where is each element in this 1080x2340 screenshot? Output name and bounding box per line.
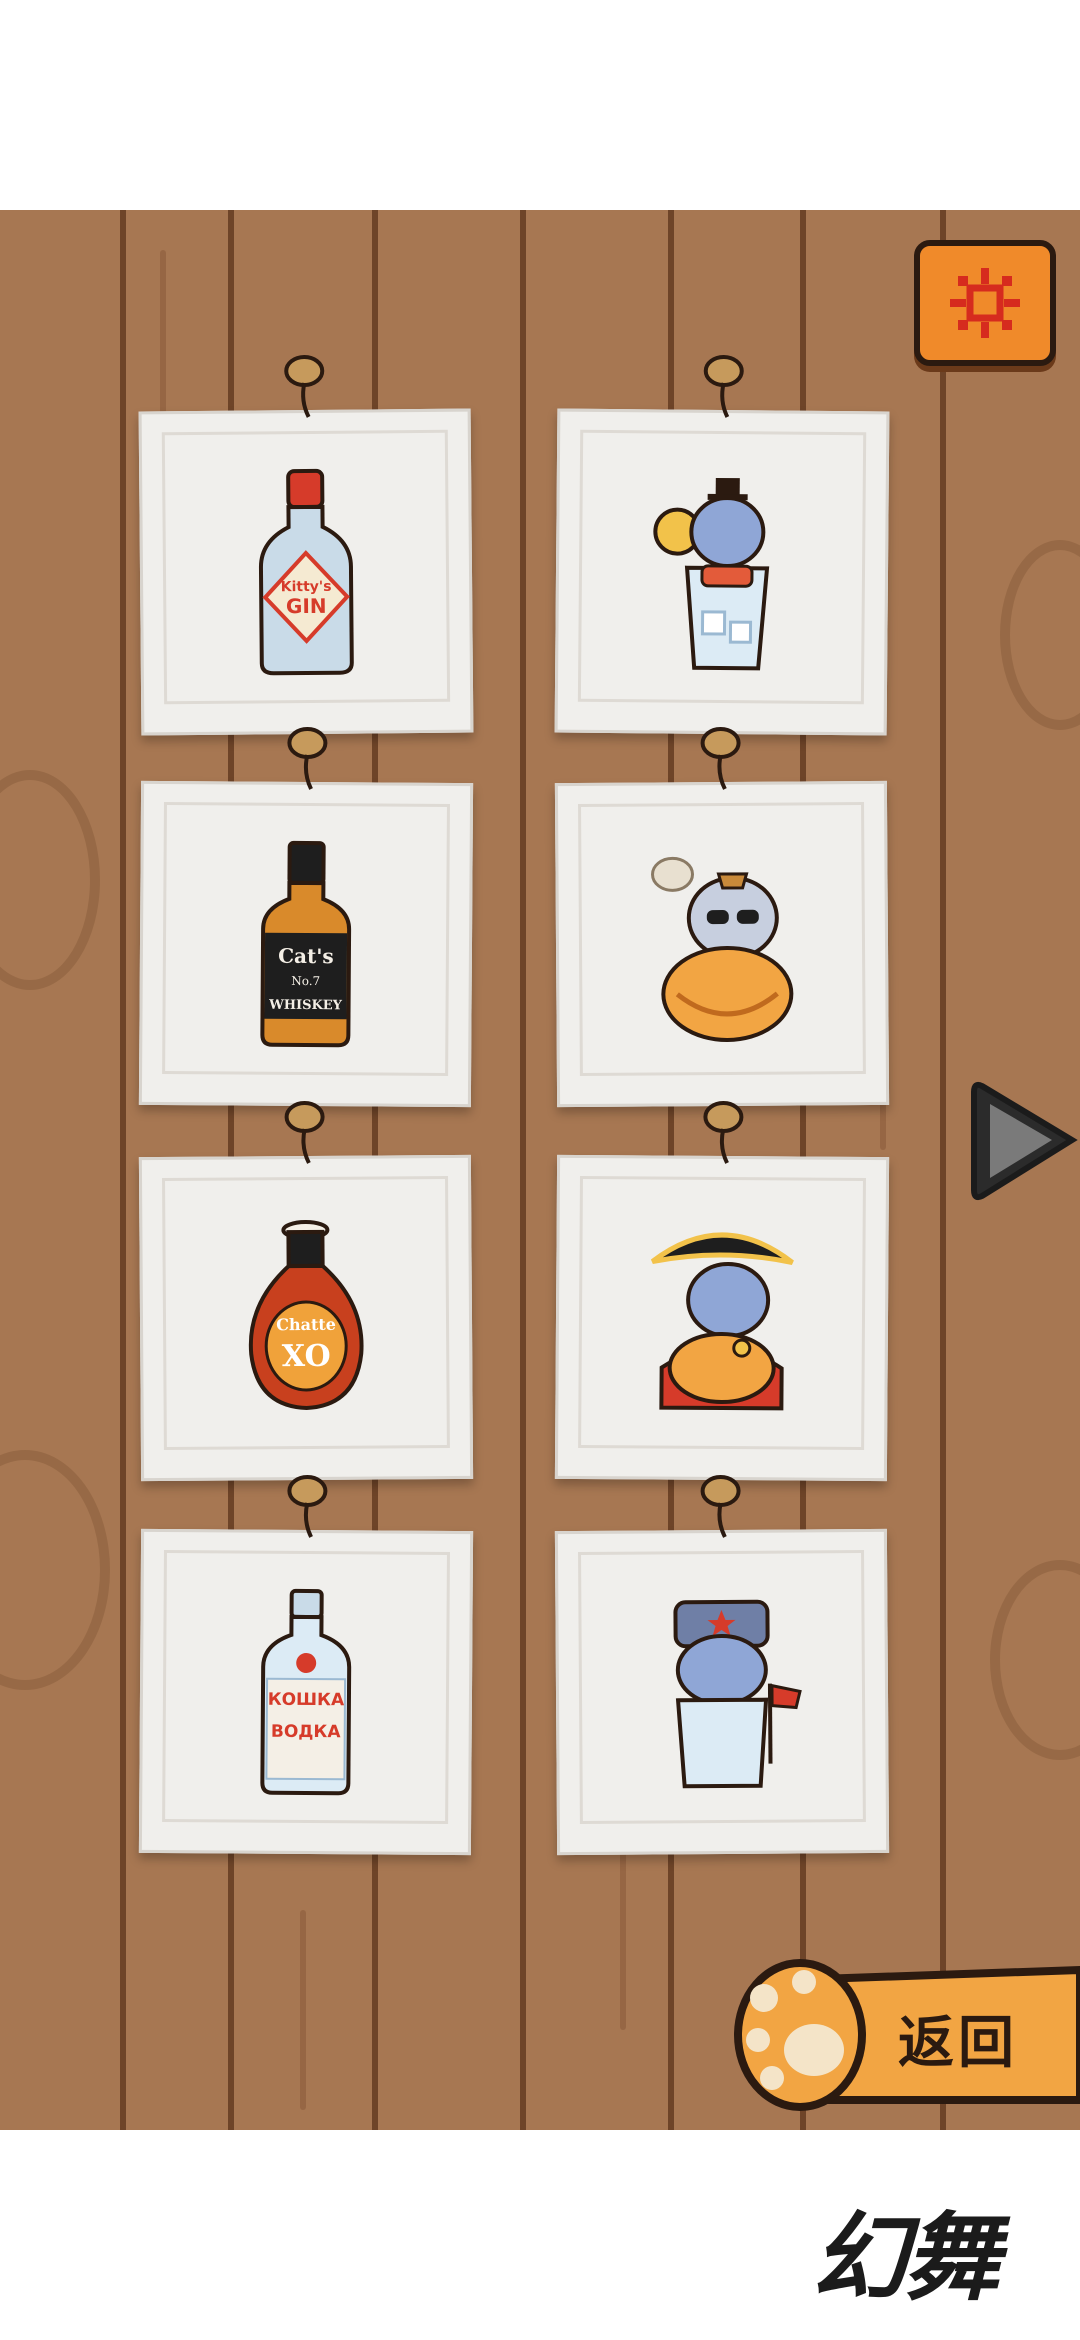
gin-label-line2: GIN xyxy=(286,594,327,618)
next-page-button[interactable] xyxy=(968,1076,1080,1206)
cat-in-whiskey-glass-icon xyxy=(651,856,794,1042)
wood-knot xyxy=(1000,540,1080,730)
play-arrow-icon xyxy=(971,1081,1078,1201)
cognac-label-line2: XO xyxy=(282,1339,331,1374)
collection-card-gin-bottle[interactable]: Kitty's GIN xyxy=(138,355,474,736)
whiskey-bottle-icon: Cat's No.7 WHISKEY xyxy=(260,840,352,1048)
gin-bottle-icon: Kitty's GIN xyxy=(258,468,354,676)
wood-knot xyxy=(0,1450,110,1690)
plank xyxy=(120,210,126,2130)
pin-icon xyxy=(287,727,328,790)
whiskey-label-line2: WHISKEY xyxy=(268,998,343,1014)
whiskey-label-line1: Cat's xyxy=(278,944,334,968)
wood-knot xyxy=(990,1560,1080,1760)
collection-card-cognac-bottle[interactable]: Chatte XO xyxy=(138,1101,474,1482)
cognac-label-line1: Chatte xyxy=(276,1315,336,1334)
plank xyxy=(940,210,946,2130)
pin-icon xyxy=(703,1101,744,1164)
pin-icon xyxy=(287,1475,328,1538)
collection-card-vodka-bottle[interactable]: КОШКА ВОДКА xyxy=(138,1475,474,1856)
napoleon-cat-icon xyxy=(650,1232,794,1411)
back-button-label: 返回 xyxy=(898,2011,1018,2076)
vodka-bottle-icon: КОШКА ВОДКА xyxy=(260,1588,352,1796)
watermark-text: 幻舞 xyxy=(812,2201,1000,2314)
collection-card-whiskey-bottle[interactable]: Cat's No.7 WHISKEY xyxy=(138,727,474,1108)
vodka-label-line1: КОШКА xyxy=(268,1690,345,1711)
settings-button[interactable] xyxy=(914,240,1056,366)
whiskey-label-number: No.7 xyxy=(291,974,320,988)
pin-icon xyxy=(700,727,741,790)
collection-card-vodka-cat[interactable] xyxy=(554,1475,890,1856)
collection-card-whiskey-cat[interactable] xyxy=(554,727,890,1108)
cat-with-flag-icon xyxy=(673,1599,802,1789)
pin-icon xyxy=(703,355,744,418)
pin-icon xyxy=(700,1475,741,1538)
collection-card-gin-cat[interactable] xyxy=(554,355,890,736)
gin-label-line1: Kitty's xyxy=(281,579,332,595)
pin-icon xyxy=(284,355,325,418)
collection-card-cognac-cat[interactable] xyxy=(554,1101,890,1482)
wood-grain xyxy=(300,1910,306,2110)
wood-knot xyxy=(0,770,100,990)
vodka-label-line2: ВОДКА xyxy=(271,1722,342,1742)
cat-in-glass-icon xyxy=(653,477,770,671)
back-button[interactable]: 返回 xyxy=(730,1940,1080,2120)
cognac-bottle-icon: Chatte XO xyxy=(248,1220,364,1410)
gear-icon xyxy=(950,268,1020,338)
pin-icon xyxy=(284,1101,325,1164)
plank xyxy=(520,210,526,2130)
